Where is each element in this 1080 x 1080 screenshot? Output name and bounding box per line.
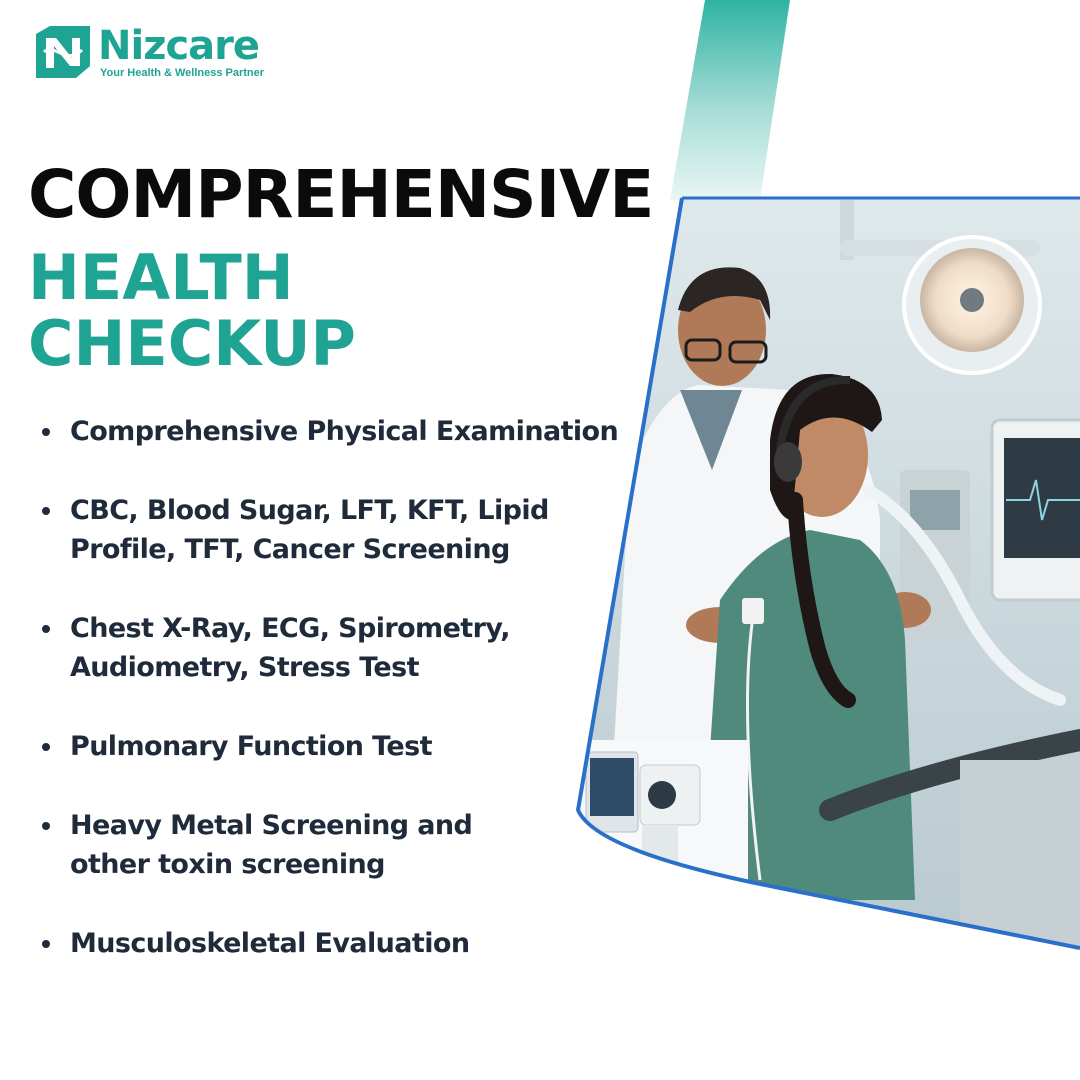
clinic-photo (575, 196, 1080, 950)
